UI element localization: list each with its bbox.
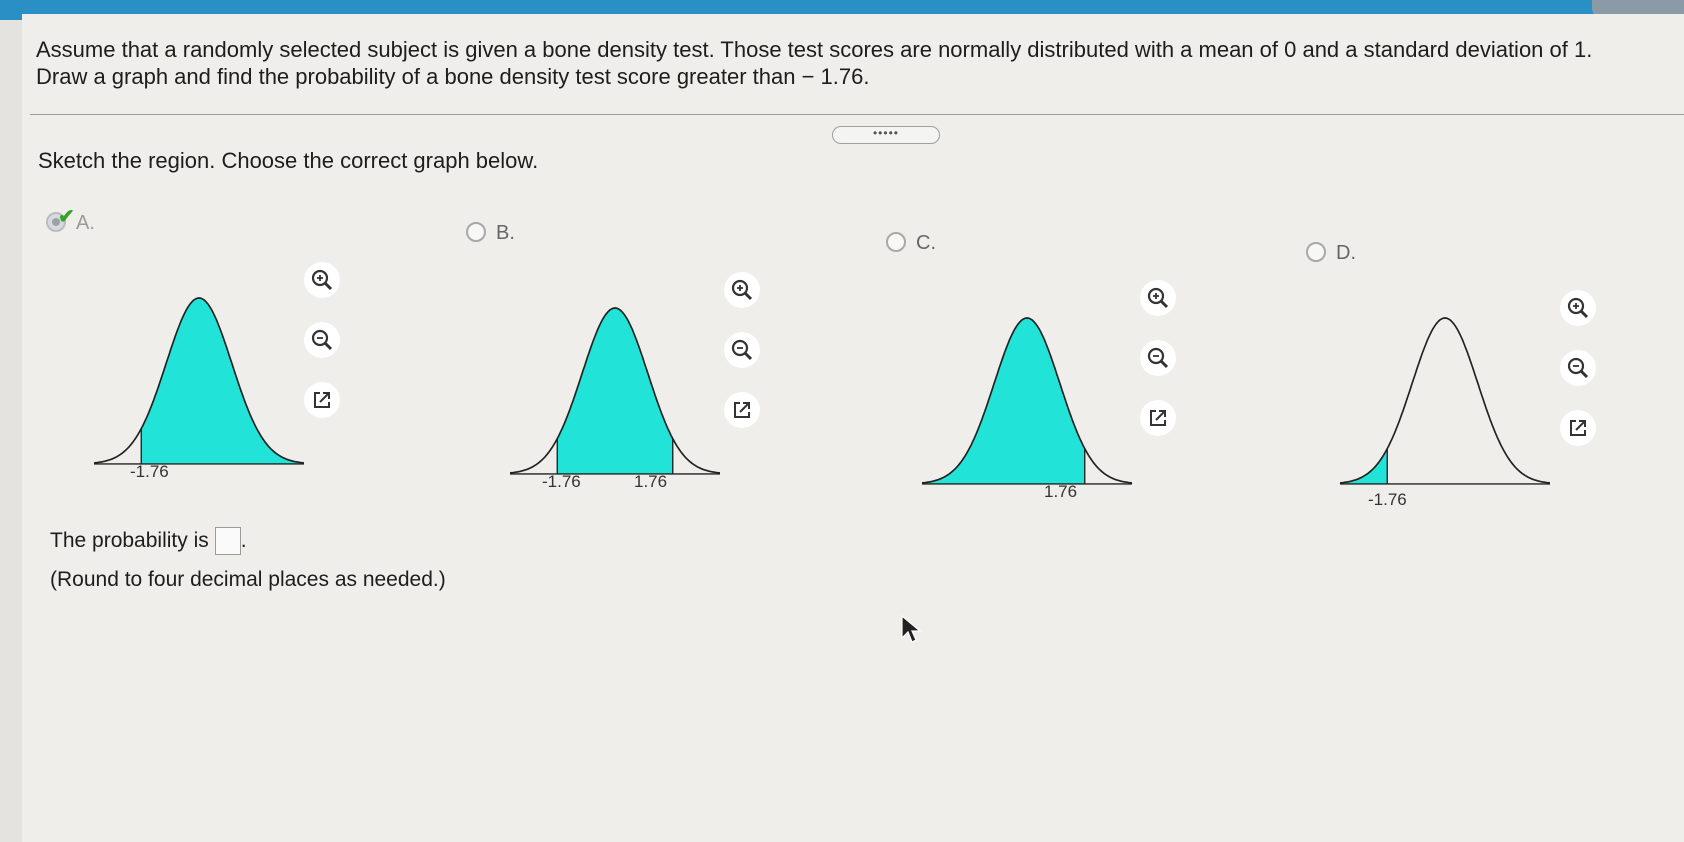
zoom-in-icon[interactable] [1560, 290, 1596, 326]
shaded-region-b [557, 308, 673, 474]
option-b[interactable]: B. -1.76 1.76 [466, 222, 786, 522]
option-c-label: C. [916, 232, 936, 254]
zoom-out-icon[interactable] [1140, 340, 1176, 376]
probability-input[interactable] [214, 527, 241, 555]
check-icon: ✔ [58, 206, 75, 228]
zoom-in-icon[interactable] [304, 262, 340, 298]
shaded-region-a [141, 298, 304, 464]
zoom-in-icon[interactable] [724, 272, 760, 308]
question-text: Assume that a randomly selected subject … [36, 36, 1666, 90]
cursor-icon [900, 614, 924, 649]
option-a[interactable]: ✔ A. -1.76 [46, 206, 366, 512]
normal-curve-d [1340, 317, 1550, 484]
graph-a [94, 297, 304, 465]
divider [30, 114, 1684, 115]
question-line-2: Draw a graph and find the probability of… [36, 64, 870, 89]
popout-icon[interactable] [1140, 400, 1176, 436]
answer-suffix: . [240, 529, 247, 552]
expand-more-button[interactable]: ••••• [832, 126, 940, 144]
tick-label-b-right: 1.76 [634, 472, 668, 491]
radio-d[interactable] [1306, 242, 1326, 262]
tools-b [724, 272, 764, 452]
option-a-label: A. [76, 212, 95, 234]
zoom-out-icon[interactable] [724, 332, 760, 368]
tools-c [1140, 280, 1180, 460]
radio-b[interactable] [466, 222, 486, 242]
option-d-label: D. [1336, 242, 1356, 264]
tools-d [1560, 290, 1600, 470]
tick-label-b-left: -1.76 [542, 472, 581, 491]
question-line-1: Assume that a randomly selected subject … [36, 37, 1593, 62]
popout-icon[interactable] [724, 392, 760, 428]
tick-label-a: -1.76 [130, 462, 169, 481]
popout-icon[interactable] [1560, 410, 1596, 446]
graph-b [510, 307, 720, 475]
rounding-hint: (Round to four decimal places as needed.… [50, 568, 446, 591]
radio-c[interactable] [886, 232, 906, 252]
option-d[interactable]: D. -1.76 [1306, 242, 1626, 542]
graph-d [1340, 317, 1550, 485]
tools-a [304, 262, 344, 442]
popout-icon[interactable] [304, 382, 340, 418]
option-c[interactable]: C. 1.76 [886, 232, 1206, 532]
shaded-region-d [1340, 448, 1388, 484]
answer-line: The probability is . [50, 527, 247, 555]
instruction-text: Sketch the region. Choose the correct gr… [38, 148, 539, 173]
zoom-in-icon[interactable] [1140, 280, 1176, 316]
graph-c [922, 317, 1132, 485]
tick-label-c: 1.76 [1044, 482, 1078, 501]
zoom-out-icon[interactable] [304, 322, 340, 358]
shaded-region-c [922, 318, 1085, 484]
answer-prefix: The probability is [50, 529, 209, 552]
option-b-label: B. [496, 222, 515, 244]
tick-label-d: -1.76 [1368, 490, 1407, 509]
zoom-out-icon[interactable] [1560, 350, 1596, 386]
